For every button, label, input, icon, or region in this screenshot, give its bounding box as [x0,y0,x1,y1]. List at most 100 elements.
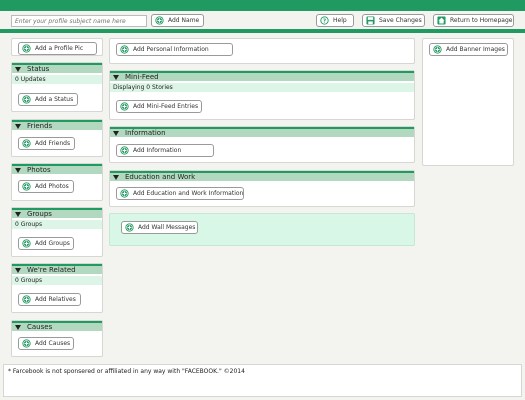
minifeed-count-text: Displaying 0 Stories [113,84,173,91]
groups-header: Groups [12,208,102,218]
related-title: We're Related [27,266,76,274]
collapse-triangle-icon [15,167,21,173]
add-friends-label: Add Friends [35,140,71,147]
plus-icon [433,45,442,54]
information-header: Information [110,127,414,137]
photos-header: Photos [12,164,102,174]
add-education-button[interactable]: Add Education and Work Information [116,187,244,200]
add-name-label: Add Name [168,17,200,24]
add-causes-label: Add Causes [35,340,71,347]
collapse-triangle-icon [113,174,119,180]
causes-title: Causes [27,323,53,331]
bottom-strip [0,29,525,33]
add-education-label: Add Education and Work Information [133,190,244,197]
help-icon [320,16,329,25]
footer: * Farcebook is not sponsered or affiliat… [3,364,522,397]
top-strip [0,0,525,11]
add-personal-info-label: Add Personal Information [133,46,209,53]
information-title: Information [125,129,166,137]
status-card: Status 0 Updates Add a Status [11,62,103,112]
add-groups-button[interactable]: Add Groups [18,237,74,250]
add-relatives-label: Add Relatives [35,296,76,303]
add-profile-pic-label: Add a Profile Pic [35,45,84,52]
collapse-triangle-icon [15,267,21,273]
status-title: Status [27,65,50,73]
related-count: 0 Groups [12,276,102,285]
minifeed-card: Mini-Feed Displaying 0 Stories Add Mini-… [109,70,415,120]
plus-icon [22,182,31,191]
add-minifeed-button[interactable]: Add Mini-Feed Entries [116,100,202,113]
photos-title: Photos [27,166,51,174]
collapse-triangle-icon [15,123,21,129]
friends-card: Friends Add Friends [11,119,103,157]
friends-header: Friends [12,120,102,130]
related-card: We're Related 0 Groups Add Relatives [11,263,103,313]
causes-header: Causes [12,321,102,331]
help-label: Help [333,17,347,24]
return-homepage-button[interactable]: Return to Homepage [433,14,514,27]
add-photos-label: Add Photos [35,183,69,190]
groups-count: 0 Groups [12,220,102,229]
plus-icon [120,146,129,155]
minifeed-count: Displaying 0 Stories [110,83,414,92]
add-groups-label: Add Groups [35,240,70,247]
footer-disclaimer: * Farcebook is not sponsered or affiliat… [8,368,245,375]
collapse-triangle-icon [113,74,119,80]
plus-icon [22,95,31,104]
collapse-triangle-icon [15,66,21,72]
save-changes-button[interactable]: Save Changes [362,14,425,27]
minifeed-header: Mini-Feed [110,71,414,81]
plus-icon [155,16,164,25]
status-header: Status [12,63,102,73]
add-wall-messages-button[interactable]: Add Wall Messages [121,221,198,234]
save-changes-label: Save Changes [379,17,422,24]
plus-icon [22,44,31,53]
add-causes-button[interactable]: Add Causes [18,337,74,350]
profile-name-input[interactable] [11,15,147,27]
causes-card: Causes Add Causes [11,320,103,357]
add-banner-images-label: Add Banner Images [446,46,505,53]
add-wall-messages-label: Add Wall Messages [138,224,196,231]
related-header: We're Related [12,264,102,274]
photos-card: Photos Add Photos [11,163,103,201]
add-relatives-button[interactable]: Add Relatives [18,293,81,306]
groups-card: Groups 0 Groups Add Groups [11,207,103,257]
add-friends-button[interactable]: Add Friends [18,137,75,150]
groups-count-text: 0 Groups [15,221,43,228]
information-card: Information Add Information [109,126,415,163]
plus-icon [120,189,129,198]
plus-icon [120,45,129,54]
add-profile-pic-button[interactable]: Add a Profile Pic [18,42,97,55]
collapse-triangle-icon [113,130,119,136]
add-name-button[interactable]: Add Name [151,14,204,27]
add-information-button[interactable]: Add Information [116,144,214,157]
banner-card: Add Banner Images [422,38,514,166]
save-icon [366,16,375,25]
top-bar: Add Name Help Save Changes Return to Hom… [0,0,525,33]
plus-icon [22,139,31,148]
status-count-text: 0 Updates [15,76,46,83]
add-status-button[interactable]: Add a Status [18,93,78,106]
add-personal-info-button[interactable]: Add Personal Information [116,43,233,56]
add-banner-images-button[interactable]: Add Banner Images [429,43,508,56]
collapse-triangle-icon [15,324,21,330]
add-status-label: Add a Status [35,96,74,103]
add-minifeed-label: Add Mini-Feed Entries [133,103,199,110]
plus-icon [22,239,31,248]
education-title: Education and Work [125,173,196,181]
personal-info-card: Add Personal Information [109,38,415,64]
add-photos-button[interactable]: Add Photos [18,180,74,193]
education-card: Education and Work Add Education and Wor… [109,170,415,207]
related-count-text: 0 Groups [15,277,43,284]
education-header: Education and Work [110,171,414,181]
add-information-label: Add Information [133,147,182,154]
plus-icon [22,295,31,304]
profile-pic-card: Add a Profile Pic [11,38,103,56]
status-count: 0 Updates [12,75,102,84]
minifeed-title: Mini-Feed [125,73,159,81]
plus-icon [120,102,129,111]
return-homepage-label: Return to Homepage [450,17,513,24]
wall-box: Add Wall Messages [109,213,415,246]
help-button[interactable]: Help [316,14,354,27]
groups-title: Groups [27,210,52,218]
